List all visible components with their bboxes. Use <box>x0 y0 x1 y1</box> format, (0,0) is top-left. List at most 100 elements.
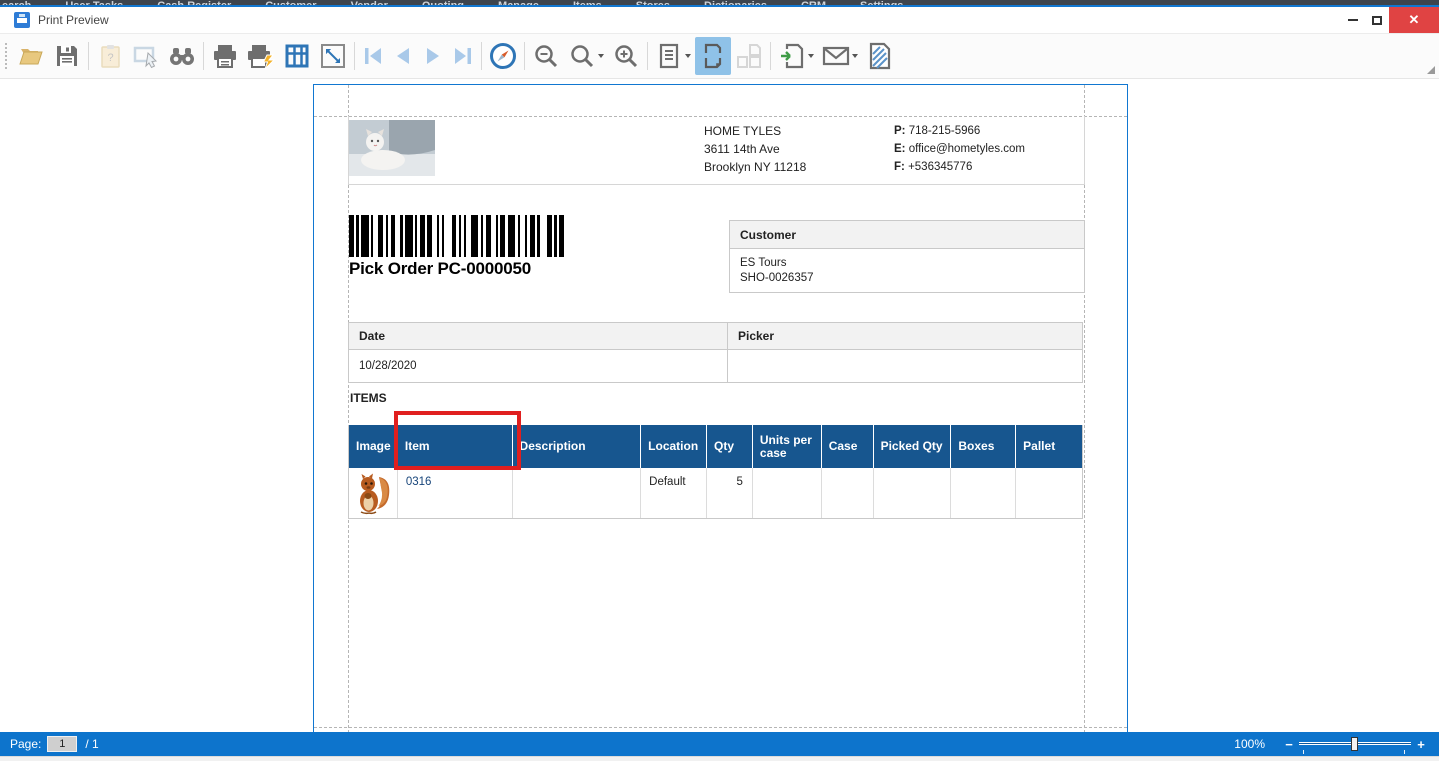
toolbar-overflow-grip[interactable] <box>1427 66 1435 74</box>
facing-pages-icon <box>737 44 761 68</box>
statusbar: Page: 1 / 1 100% − + <box>0 732 1439 756</box>
menu-item[interactable]: Dictionaries <box>704 0 767 5</box>
zoom-out-icon <box>535 45 558 68</box>
next-page-icon <box>427 48 439 64</box>
page-layout-caret[interactable] <box>685 54 691 58</box>
document-page: HOME TYLES 3611 14th Ave Brooklyn NY 112… <box>313 84 1128 732</box>
close-button[interactable]: ✕ <box>1389 7 1439 33</box>
picker-value <box>728 350 1082 382</box>
date-value: 10/28/2020 <box>349 350 728 382</box>
open-document-button[interactable] <box>13 37 49 75</box>
toolbar-separator <box>88 42 89 70</box>
scale-button[interactable] <box>315 37 351 75</box>
binoculars-icon <box>170 48 194 65</box>
menu-item[interactable]: Settings <box>860 0 903 5</box>
date-picker-table: Date Picker 10/28/2020 <box>348 322 1083 383</box>
menu-item[interactable]: Quoting <box>422 0 464 5</box>
quick-print-icon <box>248 45 275 69</box>
zoom-in-button[interactable] <box>608 37 644 75</box>
first-page-icon <box>365 48 381 64</box>
items-table-row: 0316 Default 5 <box>349 468 1082 518</box>
toolbar-separator <box>647 42 648 70</box>
zoom-slider[interactable] <box>1299 737 1411 754</box>
toolbar-separator <box>524 42 525 70</box>
menu-item[interactable]: earch <box>2 0 31 5</box>
col-header-pallet: Pallet <box>1023 439 1056 453</box>
squirrel-product-image <box>359 473 390 515</box>
previous-page-button[interactable] <box>388 37 418 75</box>
items-section-label: ITEMS <box>350 391 387 405</box>
phone-label: P: <box>894 125 906 137</box>
select-tool-button[interactable] <box>128 37 164 75</box>
col-header-qty: Qty <box>707 425 753 468</box>
scale-icon <box>321 44 345 68</box>
zoom-slider-plus[interactable]: + <box>1415 737 1427 752</box>
export-document-icon <box>781 43 804 69</box>
annotation-highlight-rectangle <box>394 411 521 470</box>
menu-item[interactable]: Customer <box>265 0 316 5</box>
menu-item[interactable]: Items <box>573 0 602 5</box>
menu-item[interactable]: CRM <box>801 0 826 5</box>
page-layout-button[interactable] <box>651 37 687 75</box>
zoom-dropdown-button[interactable] <box>564 37 600 75</box>
hand-tool-button[interactable] <box>485 37 521 75</box>
order-barcode <box>349 215 567 257</box>
menu-item[interactable]: Stores <box>636 0 670 5</box>
save-document-button[interactable] <box>49 37 85 75</box>
menu-item[interactable]: Vendor <box>351 0 388 5</box>
preview-area[interactable]: HOME TYLES 3611 14th Ave Brooklyn NY 112… <box>0 79 1439 732</box>
export-document-button[interactable] <box>774 37 810 75</box>
svg-text:?: ? <box>107 52 113 64</box>
last-page-icon <box>455 48 471 64</box>
continuous-page-view-button[interactable] <box>695 37 731 75</box>
customer-panel: Customer ES Tours SHO-0026357 <box>729 220 1085 293</box>
zoom-slider-minus[interactable]: − <box>1283 737 1295 752</box>
maximize-button[interactable] <box>1365 7 1389 33</box>
quick-print-button[interactable] <box>243 37 279 75</box>
zoom-out-button[interactable] <box>528 37 564 75</box>
phone-value: 718-215-5966 <box>908 125 981 137</box>
page-number-input[interactable]: 1 <box>47 736 78 752</box>
document-properties-button[interactable]: ? <box>92 37 128 75</box>
item-case-cell <box>822 468 874 518</box>
document-lines-icon <box>659 43 679 69</box>
menu-item[interactable]: Manage <box>498 0 539 5</box>
menu-item[interactable]: User Tasks <box>65 0 123 5</box>
zoom-slider-tick <box>1303 750 1304 754</box>
customer-name: ES Tours <box>740 257 787 269</box>
email-dropdown-caret[interactable] <box>852 54 858 58</box>
print-button[interactable] <box>207 37 243 75</box>
page-setup-button[interactable] <box>279 37 315 75</box>
print-preview-window: earch User Tasks Cash Register Customer … <box>0 0 1439 761</box>
print-preview-app-icon <box>14 12 30 28</box>
clipboard-question-icon: ? <box>100 45 120 68</box>
toolbar-separator <box>481 42 482 70</box>
item-pallet-cell <box>1016 468 1082 518</box>
zoom-dropdown-caret[interactable] <box>598 54 604 58</box>
email-envelope-icon <box>822 46 850 66</box>
titlebar: Print Preview ✕ <box>0 7 1439 33</box>
last-page-button[interactable] <box>448 37 478 75</box>
email-value: office@hometyles.com <box>908 143 1025 155</box>
customer-code: SHO-0026357 <box>740 272 814 284</box>
menu-item[interactable]: Cash Register <box>157 0 231 5</box>
col-header-description: Description <box>513 425 642 468</box>
previous-page-icon <box>397 48 409 64</box>
export-dropdown-caret[interactable] <box>808 54 814 58</box>
item-boxes-cell <box>951 468 1017 518</box>
watermark-button[interactable] <box>862 37 898 75</box>
next-page-button[interactable] <box>418 37 448 75</box>
item-units-per-case-cell <box>753 468 822 518</box>
toolbar-grip[interactable] <box>4 43 9 69</box>
document-title: Pick Order PC-0000050 <box>349 259 531 278</box>
zoom-slider-thumb[interactable] <box>1351 737 1358 751</box>
company-address-line1: 3611 14th Ave <box>704 142 780 156</box>
find-button[interactable] <box>164 37 200 75</box>
printer-icon <box>214 45 236 68</box>
minimize-button[interactable] <box>1341 7 1365 33</box>
facing-pages-view-button[interactable] <box>731 37 767 75</box>
send-email-button[interactable] <box>818 37 854 75</box>
col-header-case: Case <box>822 425 874 468</box>
first-page-button[interactable] <box>358 37 388 75</box>
col-header-image: Image <box>349 425 398 468</box>
